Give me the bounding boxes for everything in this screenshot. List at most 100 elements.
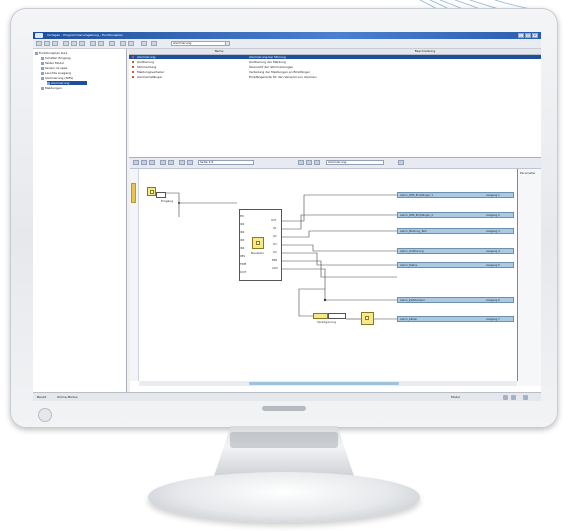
close-button[interactable]: × [532, 33, 538, 38]
output-signal[interactable]: Alarm_Quittierung Ausgang 4 [397, 248, 514, 254]
download-icon[interactable] [306, 160, 312, 165]
redo-icon[interactable] [98, 41, 104, 46]
open-icon[interactable] [44, 41, 50, 46]
row-icon [132, 61, 134, 63]
pin-label-in: RES [240, 255, 246, 258]
block-name-field[interactable]: Alarmierung [326, 160, 384, 165]
copy-icon[interactable] [71, 41, 77, 46]
cell-description: Quittierung der Meldung [249, 60, 286, 64]
cell-description: Übersicht der Störmeldungen [249, 65, 294, 69]
table-row[interactable]: Störmeldung Übersicht der Störmeldungen [129, 65, 541, 69]
output-signal-text: Alarm_Quittierung [400, 250, 424, 253]
output-signal[interactable]: Alarm_Status Ausgang 5 [397, 262, 514, 268]
pin-label-out: Q2 [273, 235, 277, 238]
function-icon [256, 241, 260, 245]
scrollbar-thumb[interactable] [249, 382, 399, 385]
node-icon [41, 76, 44, 80]
undo-icon[interactable] [90, 41, 96, 46]
timer-frame [328, 313, 346, 319]
main-toolbar: Alarmierung [33, 39, 541, 49]
zoom-in-icon[interactable] [120, 41, 126, 46]
tree-item-label: Meldungen [45, 86, 62, 90]
row-icon [132, 76, 134, 78]
cut-icon[interactable] [63, 41, 69, 46]
chevron-down-icon[interactable] [225, 41, 230, 46]
logic-icon [365, 316, 369, 320]
tree-item[interactable]: Taster Modul [41, 61, 125, 65]
table-row[interactable]: Meldungsverteiler Verteilung der Meldung… [129, 70, 541, 74]
toolbar-combo-field[interactable]: Alarmierung [171, 41, 227, 46]
status-value: Modul [451, 395, 461, 399]
cell-name: Meldungsverteiler [137, 70, 165, 74]
status-mode: Online-Modus [57, 395, 78, 399]
output-signal[interactable]: Alarm_Zeitstempel Ausgang 6 [397, 297, 514, 303]
zoom-in-icon[interactable] [179, 160, 185, 165]
pin-label-in: QUIT [240, 271, 247, 274]
minimize-button[interactable]: _ [518, 33, 524, 38]
zoom-out-icon[interactable] [187, 160, 193, 165]
pin-label-out: OUT [271, 219, 277, 222]
chevron-down-icon[interactable] [398, 160, 404, 165]
table-row[interactable]: Alarmempfänger Empfängerliste für den Ve… [129, 75, 541, 79]
wire-icon[interactable] [149, 160, 155, 165]
power-button[interactable] [38, 408, 52, 422]
tree-item-selected[interactable]: Alarmierung [47, 81, 87, 85]
output-signal[interactable]: Alarm_SMS_Empfänger_1 Ausgang 1 [397, 192, 514, 198]
help-icon[interactable] [151, 41, 157, 46]
output-signal-text: Alarm_Meldung_Text [400, 230, 427, 233]
timer-block[interactable] [313, 313, 328, 319]
paste-icon[interactable] [79, 41, 85, 46]
settings-icon[interactable] [141, 41, 147, 46]
properties-panel: Parameter [518, 169, 541, 386]
diagram-canvas[interactable]: Eingang EN IN1 IN2 IN3 IN4 RES TIME QUIT… [139, 169, 517, 381]
output-signal-value: Ausgang 7 [486, 318, 500, 321]
horizontal-scrollbar[interactable] [139, 381, 517, 386]
input-block[interactable] [147, 187, 156, 196]
output-signal[interactable]: Alarm_SMS_Empfänger_2 Ausgang 2 [397, 212, 514, 218]
compile-icon[interactable] [298, 160, 304, 165]
timer-label: Verzögerung [317, 320, 336, 324]
output-signal-text: Alarm_Status [400, 264, 418, 267]
monitor-icon[interactable] [314, 160, 320, 165]
new-icon[interactable] [36, 41, 42, 46]
editor-gutter [130, 169, 139, 381]
node-icon [41, 61, 44, 65]
pin-label-out: Q3 [273, 243, 277, 246]
zoom-out-icon[interactable] [128, 41, 134, 46]
library-tab[interactable] [131, 183, 136, 203]
cell-name: Störmeldung [137, 65, 157, 69]
save-icon[interactable] [52, 41, 58, 46]
monitor-stand-detail [230, 432, 338, 448]
tree-item-label: Alarmierung [51, 81, 70, 85]
align-icon[interactable] [160, 160, 166, 165]
tree-item-label: Sensor Gruppe [45, 66, 68, 70]
pointer-icon[interactable] [133, 160, 139, 165]
main-block-label: Baustein [251, 251, 265, 255]
window-title: Vorlagen - Programmierumgebung - Funktio… [47, 33, 123, 37]
tree-item[interactable]: Leuchte Ausgang [41, 71, 125, 75]
column-header-description[interactable]: Beschreibung [309, 49, 541, 54]
info-icon [523, 395, 528, 400]
print-icon[interactable] [109, 41, 115, 46]
tree-item[interactable]: Sensor Gruppe [41, 66, 125, 70]
output-signal[interactable]: Alarm_Zähler Ausgang 7 [397, 316, 514, 322]
tree-item[interactable]: Funktionsplan Kurs [35, 51, 125, 55]
column-header-name[interactable]: Name [129, 49, 309, 54]
output-signal-value: Ausgang 2 [486, 214, 500, 217]
pin-label-out: ALM [272, 267, 278, 270]
grid-icon[interactable] [168, 160, 174, 165]
add-block-icon[interactable] [141, 160, 147, 165]
output-signal-value: Ausgang 6 [486, 299, 500, 302]
tree-item-label: Schalter Eingang [45, 56, 71, 60]
output-signal-text: Alarm_Zeitstempel [400, 299, 425, 302]
output-signal-text: Alarm_SMS_Empfänger_2 [400, 214, 433, 217]
output-logic-block[interactable] [361, 312, 374, 325]
tree-item[interactable]: Alarmierung (SMS) [41, 76, 125, 80]
maximize-button[interactable]: □ [525, 33, 531, 38]
tree-item[interactable]: Meldungen [41, 86, 125, 90]
table-row[interactable]: Quittierung Quittierung der Meldung [129, 60, 541, 64]
table-row[interactable]: Alarmierung Alarmierung bei Störung [129, 55, 541, 59]
output-signal[interactable]: Alarm_Meldung_Text Ausgang 3 [397, 228, 514, 234]
tree-item[interactable]: Schalter Eingang [41, 56, 125, 60]
page-field[interactable]: Seite 1/2 [198, 160, 254, 165]
